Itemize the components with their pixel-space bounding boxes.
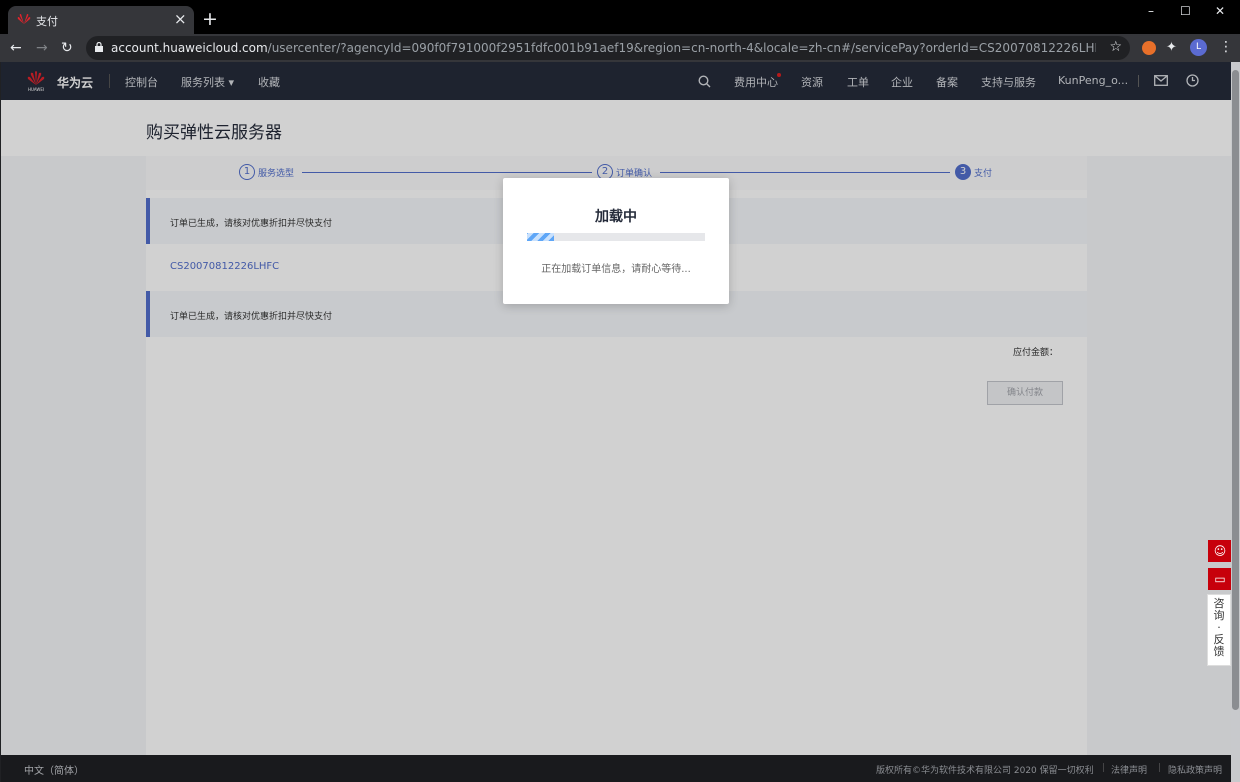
close-tab-icon[interactable]: × [174, 10, 187, 28]
tab-title: 支付 [36, 15, 58, 28]
browser-tab[interactable]: 支付 × [8, 6, 194, 34]
browser-toolbar: ← → ↻ account.huaweicloud.com/usercenter… [0, 34, 1240, 62]
profile-avatar[interactable]: L [1190, 39, 1207, 56]
feedback-button[interactable]: 咨询·反馈 [1207, 594, 1231, 666]
chat-icon[interactable]: ▭ [1208, 568, 1231, 590]
url-text: account.huaweicloud.com/usercenter/?agen… [111, 41, 1096, 55]
browser-menu-icon[interactable]: ⋮ [1219, 39, 1233, 55]
browser-window: 支付 × + – ☐ ✕ ← → ↻ account.huaweicloud.c… [0, 0, 1240, 782]
back-icon[interactable]: ← [10, 39, 22, 57]
minimize-icon[interactable]: – [1148, 4, 1154, 18]
page-viewport: HUAWEI 华为云 控制台 服务列表 ▾ 收藏 费用中心 资源 工单 企业 备… [1, 62, 1231, 782]
dialog-title: 加载中 [595, 209, 637, 225]
forward-icon[interactable]: → [36, 39, 48, 57]
loading-dialog: 加载中 正在加载订单信息，请耐心等待... [503, 178, 729, 304]
maximize-icon[interactable]: ☐ [1180, 4, 1191, 18]
progress-fill [527, 233, 554, 241]
puzzle-extensions-icon[interactable]: ✦ [1166, 39, 1177, 57]
scrollbar-thumb[interactable] [1232, 70, 1239, 710]
url-host: account.huaweicloud.com [111, 41, 268, 55]
reload-icon[interactable]: ↻ [61, 39, 73, 57]
huawei-logo-icon [17, 14, 31, 24]
modal-overlay [1, 62, 1231, 782]
progress-bar [527, 233, 705, 241]
new-tab-button[interactable]: + [202, 9, 218, 29]
address-bar[interactable]: account.huaweicloud.com/usercenter/?agen… [86, 36, 1130, 60]
feedback-label: 咨询·反馈 [1213, 597, 1225, 658]
tab-strip: 支付 × + – ☐ ✕ [0, 0, 1240, 34]
close-window-icon[interactable]: ✕ [1215, 4, 1225, 18]
dialog-message: 正在加载订单信息，请耐心等待... [541, 264, 691, 275]
url-path: /usercenter/?agencyId=090f0f791000f2951f… [267, 41, 1096, 55]
smile-service-icon[interactable]: ☺ [1208, 540, 1231, 562]
extension-icon[interactable] [1142, 41, 1156, 55]
lock-icon [95, 42, 103, 52]
bookmark-star-icon[interactable]: ☆ [1109, 39, 1122, 55]
